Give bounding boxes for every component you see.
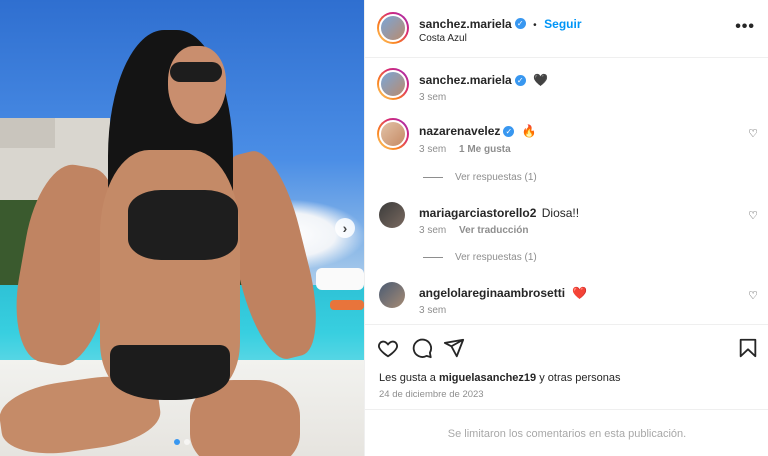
likes-suffix[interactable]: y otras personas	[539, 372, 620, 384]
share-icon[interactable]	[443, 337, 465, 359]
comment-item: nazarenavelez ✓ 🔥 3 sem 1 Me gusta ♡ Ver …	[365, 110, 768, 200]
comment-meta: 3 sem 1 Me gusta	[419, 144, 521, 155]
follow-button[interactable]: Seguir	[544, 17, 581, 31]
caption-avatar[interactable]	[377, 68, 409, 100]
heart-icon[interactable]	[377, 337, 399, 359]
carousel-dot	[184, 439, 190, 445]
replies-divider	[423, 177, 443, 178]
caption-row: sanchez.mariela ✓ 🖤 3 sem	[365, 58, 768, 110]
photo-figure-face	[168, 46, 226, 124]
comment-avatar[interactable]	[379, 202, 405, 228]
more-options-icon[interactable]: •••	[735, 18, 755, 36]
photo-float	[330, 300, 364, 310]
bookmark-icon[interactable]	[737, 337, 759, 359]
comment-like-heart-icon[interactable]: ♡	[747, 128, 759, 140]
likes-prefix: Les gusta a	[379, 372, 436, 384]
comment-text: Diosa!!	[541, 206, 580, 220]
photo-building-roof	[0, 118, 55, 148]
comment-text: ❤️	[572, 286, 588, 300]
caption-time[interactable]: 3 sem	[419, 92, 446, 103]
comment-likes-count[interactable]: 1 Me gusta	[459, 144, 511, 155]
view-replies-label: Ver respuestas (1)	[455, 252, 537, 263]
comment-like-heart-icon[interactable]: ♡	[747, 290, 759, 302]
view-replies-button[interactable]: Ver respuestas (1)	[423, 252, 537, 263]
comment-avatar[interactable]	[377, 118, 409, 150]
verified-badge-icon: ✓	[514, 18, 526, 30]
verified-badge-icon: ✓	[503, 126, 515, 138]
caption-meta: 3 sem	[419, 92, 456, 103]
caption-username[interactable]: sanchez.mariela	[419, 73, 512, 87]
comment-item: angelolareginaambrosetti ❤️ 3 sem ♡	[365, 278, 768, 322]
comment-item: mariagarciastorello2 Diosa!! 3 sem Ver t…	[365, 196, 768, 276]
comment-icon[interactable]	[411, 337, 433, 359]
comments-limited-notice: Se limitaron los comentarios en esta pub…	[365, 409, 768, 456]
post-header: sanchez.mariela ✓ • Seguir Costa Azul •••	[365, 0, 768, 58]
comment-avatar[interactable]	[379, 282, 405, 308]
carousel-next-button[interactable]: ›	[335, 218, 355, 238]
carousel-dot-active	[174, 439, 180, 445]
view-replies-button[interactable]: Ver respuestas (1)	[423, 172, 537, 183]
post-side-panel: sanchez.mariela ✓ • Seguir Costa Azul •••…	[364, 0, 768, 456]
comment-username[interactable]: angelolareginaambrosetti	[419, 286, 565, 300]
post-location[interactable]: Costa Azul	[419, 33, 467, 44]
photo-lounger	[316, 268, 364, 290]
verified-badge-icon: ✓	[514, 75, 526, 87]
author-username[interactable]: sanchez.mariela	[419, 17, 512, 31]
carousel-dots	[174, 439, 190, 445]
caption-text: 🖤	[533, 73, 549, 87]
comment-like-heart-icon[interactable]: ♡	[747, 210, 759, 222]
comment-username[interactable]: mariagarciastorello2	[419, 206, 536, 220]
replies-divider	[423, 257, 443, 258]
comment-time[interactable]: 3 sem	[419, 225, 446, 236]
photo-figure-swimsuit-top	[128, 190, 238, 260]
author-avatar[interactable]	[377, 12, 409, 44]
translate-button[interactable]: Ver traducción	[459, 225, 528, 236]
comment-text: 🔥	[521, 124, 537, 138]
likes-summary: Les gusta a miguelasanchez19 y otras per…	[379, 372, 621, 384]
likes-user-link[interactable]: miguelasanchez19	[439, 372, 536, 384]
post-photo[interactable]: ›	[0, 0, 364, 456]
comment-time[interactable]: 3 sem	[419, 144, 446, 155]
photo-figure-sunglasses	[170, 62, 222, 82]
view-replies-label: Ver respuestas (1)	[455, 172, 537, 183]
comment-username[interactable]: nazarenavelez	[419, 124, 500, 138]
comment-time[interactable]: 3 sem	[419, 305, 446, 316]
comment-meta: 3 sem Ver traducción	[419, 225, 538, 236]
post-date[interactable]: 24 de diciembre de 2023	[379, 389, 484, 400]
comment-meta: 3 sem	[419, 305, 456, 316]
post-actions: Les gusta a miguelasanchez19 y otras per…	[365, 324, 768, 456]
header-separator: •	[533, 20, 537, 31]
photo-figure-swimsuit-bottom	[110, 345, 230, 400]
